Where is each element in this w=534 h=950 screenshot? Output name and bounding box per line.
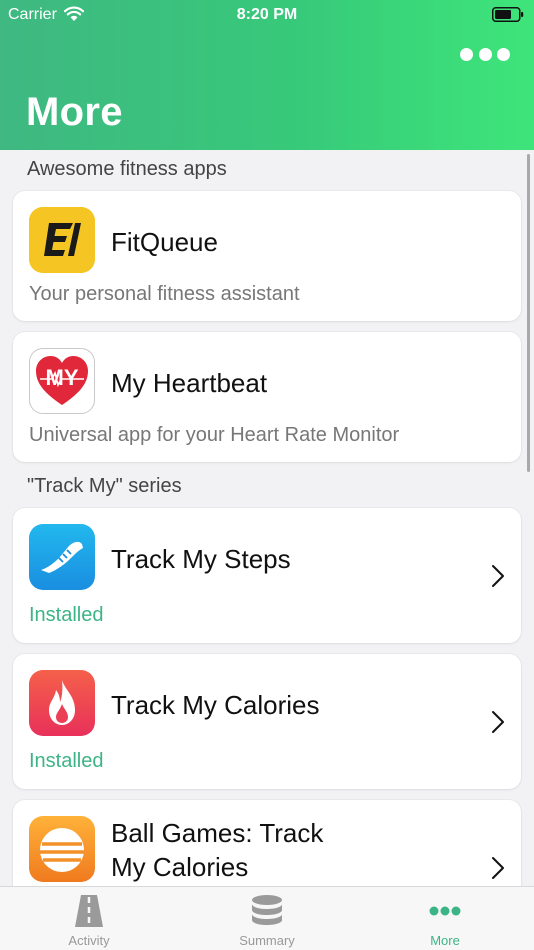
tab-label: Activity <box>68 933 110 948</box>
chevron-right-icon <box>492 857 504 879</box>
more-options-button[interactable] <box>460 44 510 64</box>
app-name: Track My Calories <box>111 690 320 720</box>
navigation-header: Carrier 8:20 PM More <box>0 0 534 150</box>
app-name: Track My Steps <box>111 544 291 574</box>
ellipsis-dot-icon <box>478 47 492 61</box>
ball-logo-icon <box>29 816 95 882</box>
app-name-line-1: Ball Games: Track <box>111 818 324 848</box>
tab-label: Summary <box>239 933 295 948</box>
app-card-my-heartbeat[interactable]: MY My Heartbeat Universal app for your H… <box>13 332 521 462</box>
install-status: Installed <box>29 750 104 772</box>
chevron-right-icon <box>492 565 504 587</box>
status-bar: Carrier 8:20 PM <box>0 0 534 30</box>
chevron-right-icon <box>492 711 504 733</box>
section-header-track-my-series: "Track My" series <box>27 475 182 497</box>
database-icon <box>252 895 282 925</box>
svg-text:MY: MY <box>46 365 79 390</box>
tab-more[interactable]: More <box>385 887 505 950</box>
tab-summary[interactable]: Summary <box>207 887 327 950</box>
app-card-ball-games[interactable]: Ball Games: Track My Calories <box>13 800 521 886</box>
app-card-track-my-steps[interactable]: Track My Steps Installed <box>13 508 521 643</box>
ellipsis-icon <box>429 906 461 916</box>
tab-label: More <box>430 933 460 948</box>
ellipsis-dot-icon <box>460 47 473 61</box>
app-subtitle: Universal app for your Heart Rate Monito… <box>29 424 400 446</box>
page-title: More <box>26 90 123 134</box>
ellipsis-dot-icon <box>497 47 510 61</box>
sneaker-logo-icon <box>29 524 95 590</box>
app-name: FitQueue <box>111 227 218 257</box>
app-subtitle: Your personal fitness assistant <box>29 283 300 305</box>
app-name: My Heartbeat <box>111 368 268 398</box>
app-list[interactable]: Awesome fitness apps FitQueue Your perso… <box>0 150 534 886</box>
heartbeat-logo-icon: MY <box>29 348 95 414</box>
section-header-fitness-apps: Awesome fitness apps <box>27 158 227 180</box>
tab-activity[interactable]: Activity <box>29 887 149 950</box>
app-card-track-my-calories[interactable]: Track My Calories Installed <box>13 654 521 789</box>
app-card-fitqueue[interactable]: FitQueue Your personal fitness assistant <box>13 191 521 321</box>
fitqueue-logo-icon <box>29 207 95 273</box>
scroll-indicator[interactable] <box>527 154 530 472</box>
status-time: 8:20 PM <box>236 6 298 23</box>
tab-bar: Activity Summary More <box>0 886 534 950</box>
battery-icon <box>492 7 524 22</box>
road-icon <box>75 895 103 927</box>
install-status: Installed <box>29 604 104 626</box>
app-name-line-2: My Calories <box>111 852 249 882</box>
flame-logo-icon <box>29 670 95 736</box>
